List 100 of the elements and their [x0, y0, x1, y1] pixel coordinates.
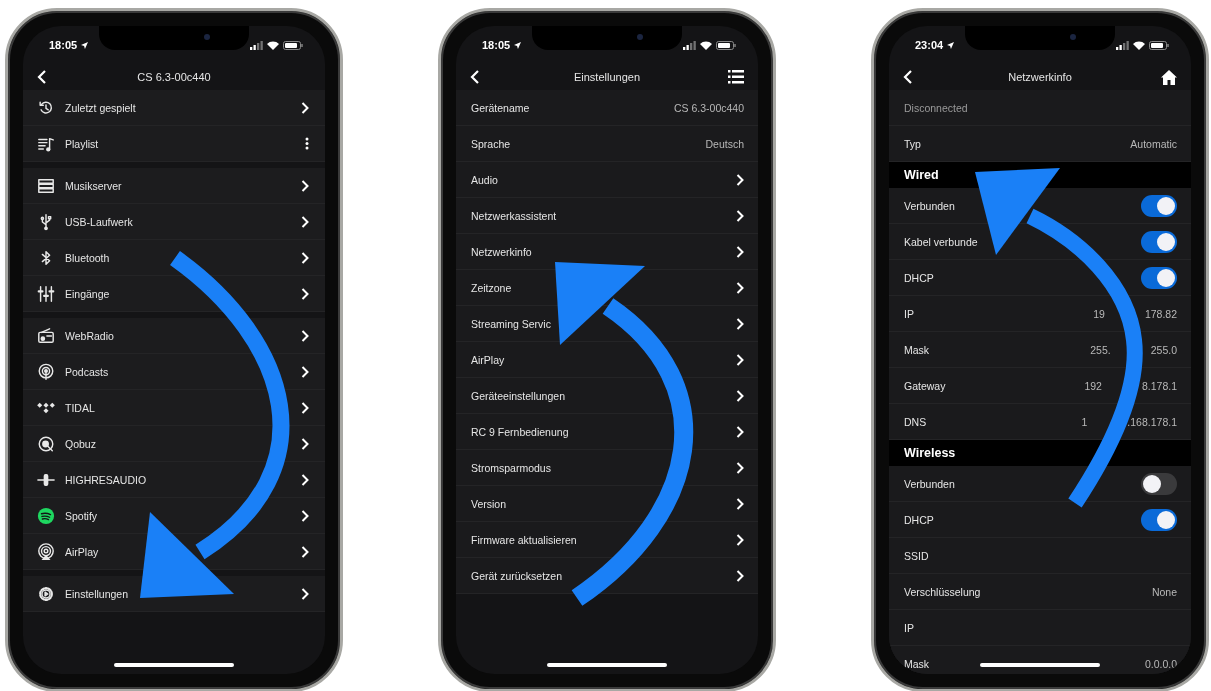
toggle-switch[interactable]: [1141, 508, 1177, 531]
row-label: Verbunden: [904, 477, 955, 490]
spotify-icon: [37, 506, 55, 525]
chevron-right-icon: [736, 281, 744, 294]
toggle-switch[interactable]: [1141, 230, 1177, 253]
menu-row[interactable]: HIGHRESAUDIO: [23, 462, 325, 498]
row-label: Mask: [904, 657, 930, 670]
settings-row[interactable]: Netzwerkassistent: [456, 198, 758, 234]
menu-row[interactable]: Playlist: [23, 126, 325, 162]
row-label: Sprache: [471, 137, 511, 150]
menu-row[interactable]: TIDAL: [23, 390, 325, 426]
row-label: Verschlüsselung: [904, 585, 981, 598]
menu-row[interactable]: Eingänge: [23, 276, 325, 312]
row-label: Kabel verbunde: [904, 235, 978, 248]
location-arrow-icon: [81, 41, 89, 49]
settings-row[interactable]: AirPlay: [456, 342, 758, 378]
sliders-icon: [37, 284, 55, 303]
back-icon[interactable]: [903, 70, 913, 84]
podcast-icon: [37, 362, 55, 381]
signal-icon: [1116, 40, 1129, 50]
back-icon[interactable]: [37, 70, 47, 84]
row-label: Gerätename: [471, 101, 530, 114]
location-arrow-icon: [947, 41, 955, 49]
status-time: 18:05: [49, 39, 78, 51]
menu-row[interactable]: USB-Laufwerk: [23, 204, 325, 240]
row-value: 255.: [1090, 343, 1111, 356]
battery-icon: [1149, 40, 1169, 50]
row-label: DHCP: [904, 513, 934, 526]
menu-icon[interactable]: [728, 70, 744, 84]
row-value: 1: [1081, 415, 1088, 428]
row-label: Bluetooth: [65, 251, 110, 264]
menu-row[interactable]: Bluetooth: [23, 240, 325, 276]
row-label: RC 9 Fernbedienung: [471, 425, 569, 438]
screen-title: Netzwerkinfo: [1007, 71, 1073, 83]
menu-row[interactable]: Zuletzt gespielt: [23, 90, 325, 126]
status-time: 23:04: [915, 39, 944, 51]
chevron-right-icon: [736, 245, 744, 258]
row-label: DHCP: [904, 271, 934, 284]
battery-icon: [283, 40, 303, 50]
settings-row[interactable]: Geräteeinstellungen: [456, 378, 758, 414]
airplay-icon: [37, 542, 55, 561]
menu-row[interactable]: Musikserver: [23, 168, 325, 204]
row-label: Netzwerkinfo: [471, 245, 532, 258]
row-label: Gerät zurücksetzen: [471, 569, 563, 582]
chevron-right-icon: [301, 509, 309, 522]
menu-row[interactable]: Podcasts: [23, 354, 325, 390]
row-label: TIDAL: [65, 401, 95, 414]
chevron-right-icon: [301, 179, 309, 192]
chevron-right-icon: [736, 173, 744, 186]
row-label: Gateway: [904, 379, 946, 392]
chevron-right-icon: [301, 587, 309, 600]
back-icon[interactable]: [470, 70, 480, 84]
radio-icon: [37, 326, 55, 345]
row-label: AirPlay: [65, 545, 99, 558]
chevron-right-icon: [301, 545, 309, 558]
wifi-icon: [1133, 40, 1145, 50]
settings-row[interactable]: Firmware aktualisieren: [456, 522, 758, 558]
toggle-switch[interactable]: [1141, 472, 1177, 495]
chevron-right-icon: [736, 461, 744, 474]
gear-icon: [37, 584, 55, 603]
chevron-right-icon: [736, 353, 744, 366]
chevron-right-icon: [736, 317, 744, 330]
home-icon[interactable]: [1161, 69, 1177, 85]
signal-icon: [250, 40, 263, 50]
row-value: 19: [1093, 307, 1105, 320]
row-label: Version: [471, 497, 507, 510]
wifi-icon: [267, 40, 279, 50]
menu-row[interactable]: Qobuz: [23, 426, 325, 462]
row-value: Deutsch: [705, 137, 744, 150]
row-label: Eingänge: [65, 287, 110, 300]
row-value: .168.178.1: [1127, 415, 1177, 428]
q-circle-icon: [37, 434, 55, 453]
row-value: Automatic: [1130, 137, 1177, 150]
row-label: HIGHRESAUDIO: [65, 473, 147, 486]
settings-row[interactable]: Audio: [456, 162, 758, 198]
chevron-right-icon: [301, 437, 309, 450]
chevron-right-icon: [736, 533, 744, 546]
row-label: SSID: [904, 549, 929, 562]
row-label: IP: [904, 621, 914, 634]
row-label: WebRadio: [65, 329, 114, 342]
settings-row[interactable]: Stromsparmodus: [456, 450, 758, 486]
row-label: Typ: [904, 137, 921, 150]
settings-row[interactable]: RC 9 Fernbedienung: [456, 414, 758, 450]
history-icon: [37, 98, 55, 117]
row-label: Musikserver: [65, 179, 122, 192]
settings-row[interactable]: Sprache Deutsch: [456, 126, 758, 162]
row-label: Spotify: [65, 509, 98, 522]
row-label: Mask: [904, 343, 930, 356]
chevron-right-icon: [301, 329, 309, 342]
settings-row[interactable]: Gerätename CS 6.3-00c440: [456, 90, 758, 126]
status-time: 18:05: [482, 39, 511, 51]
toggle-switch[interactable]: [1141, 266, 1177, 289]
menu-row[interactable]: WebRadio: [23, 318, 325, 354]
settings-row[interactable]: Version: [456, 486, 758, 522]
chevron-right-icon: [736, 209, 744, 222]
more-dots-icon[interactable]: [305, 137, 309, 150]
toggle-switch[interactable]: [1141, 194, 1177, 217]
chevron-right-icon: [301, 215, 309, 228]
settings-row[interactable]: Gerät zurücksetzen: [456, 558, 758, 594]
row-label: Einstellungen: [65, 587, 129, 600]
